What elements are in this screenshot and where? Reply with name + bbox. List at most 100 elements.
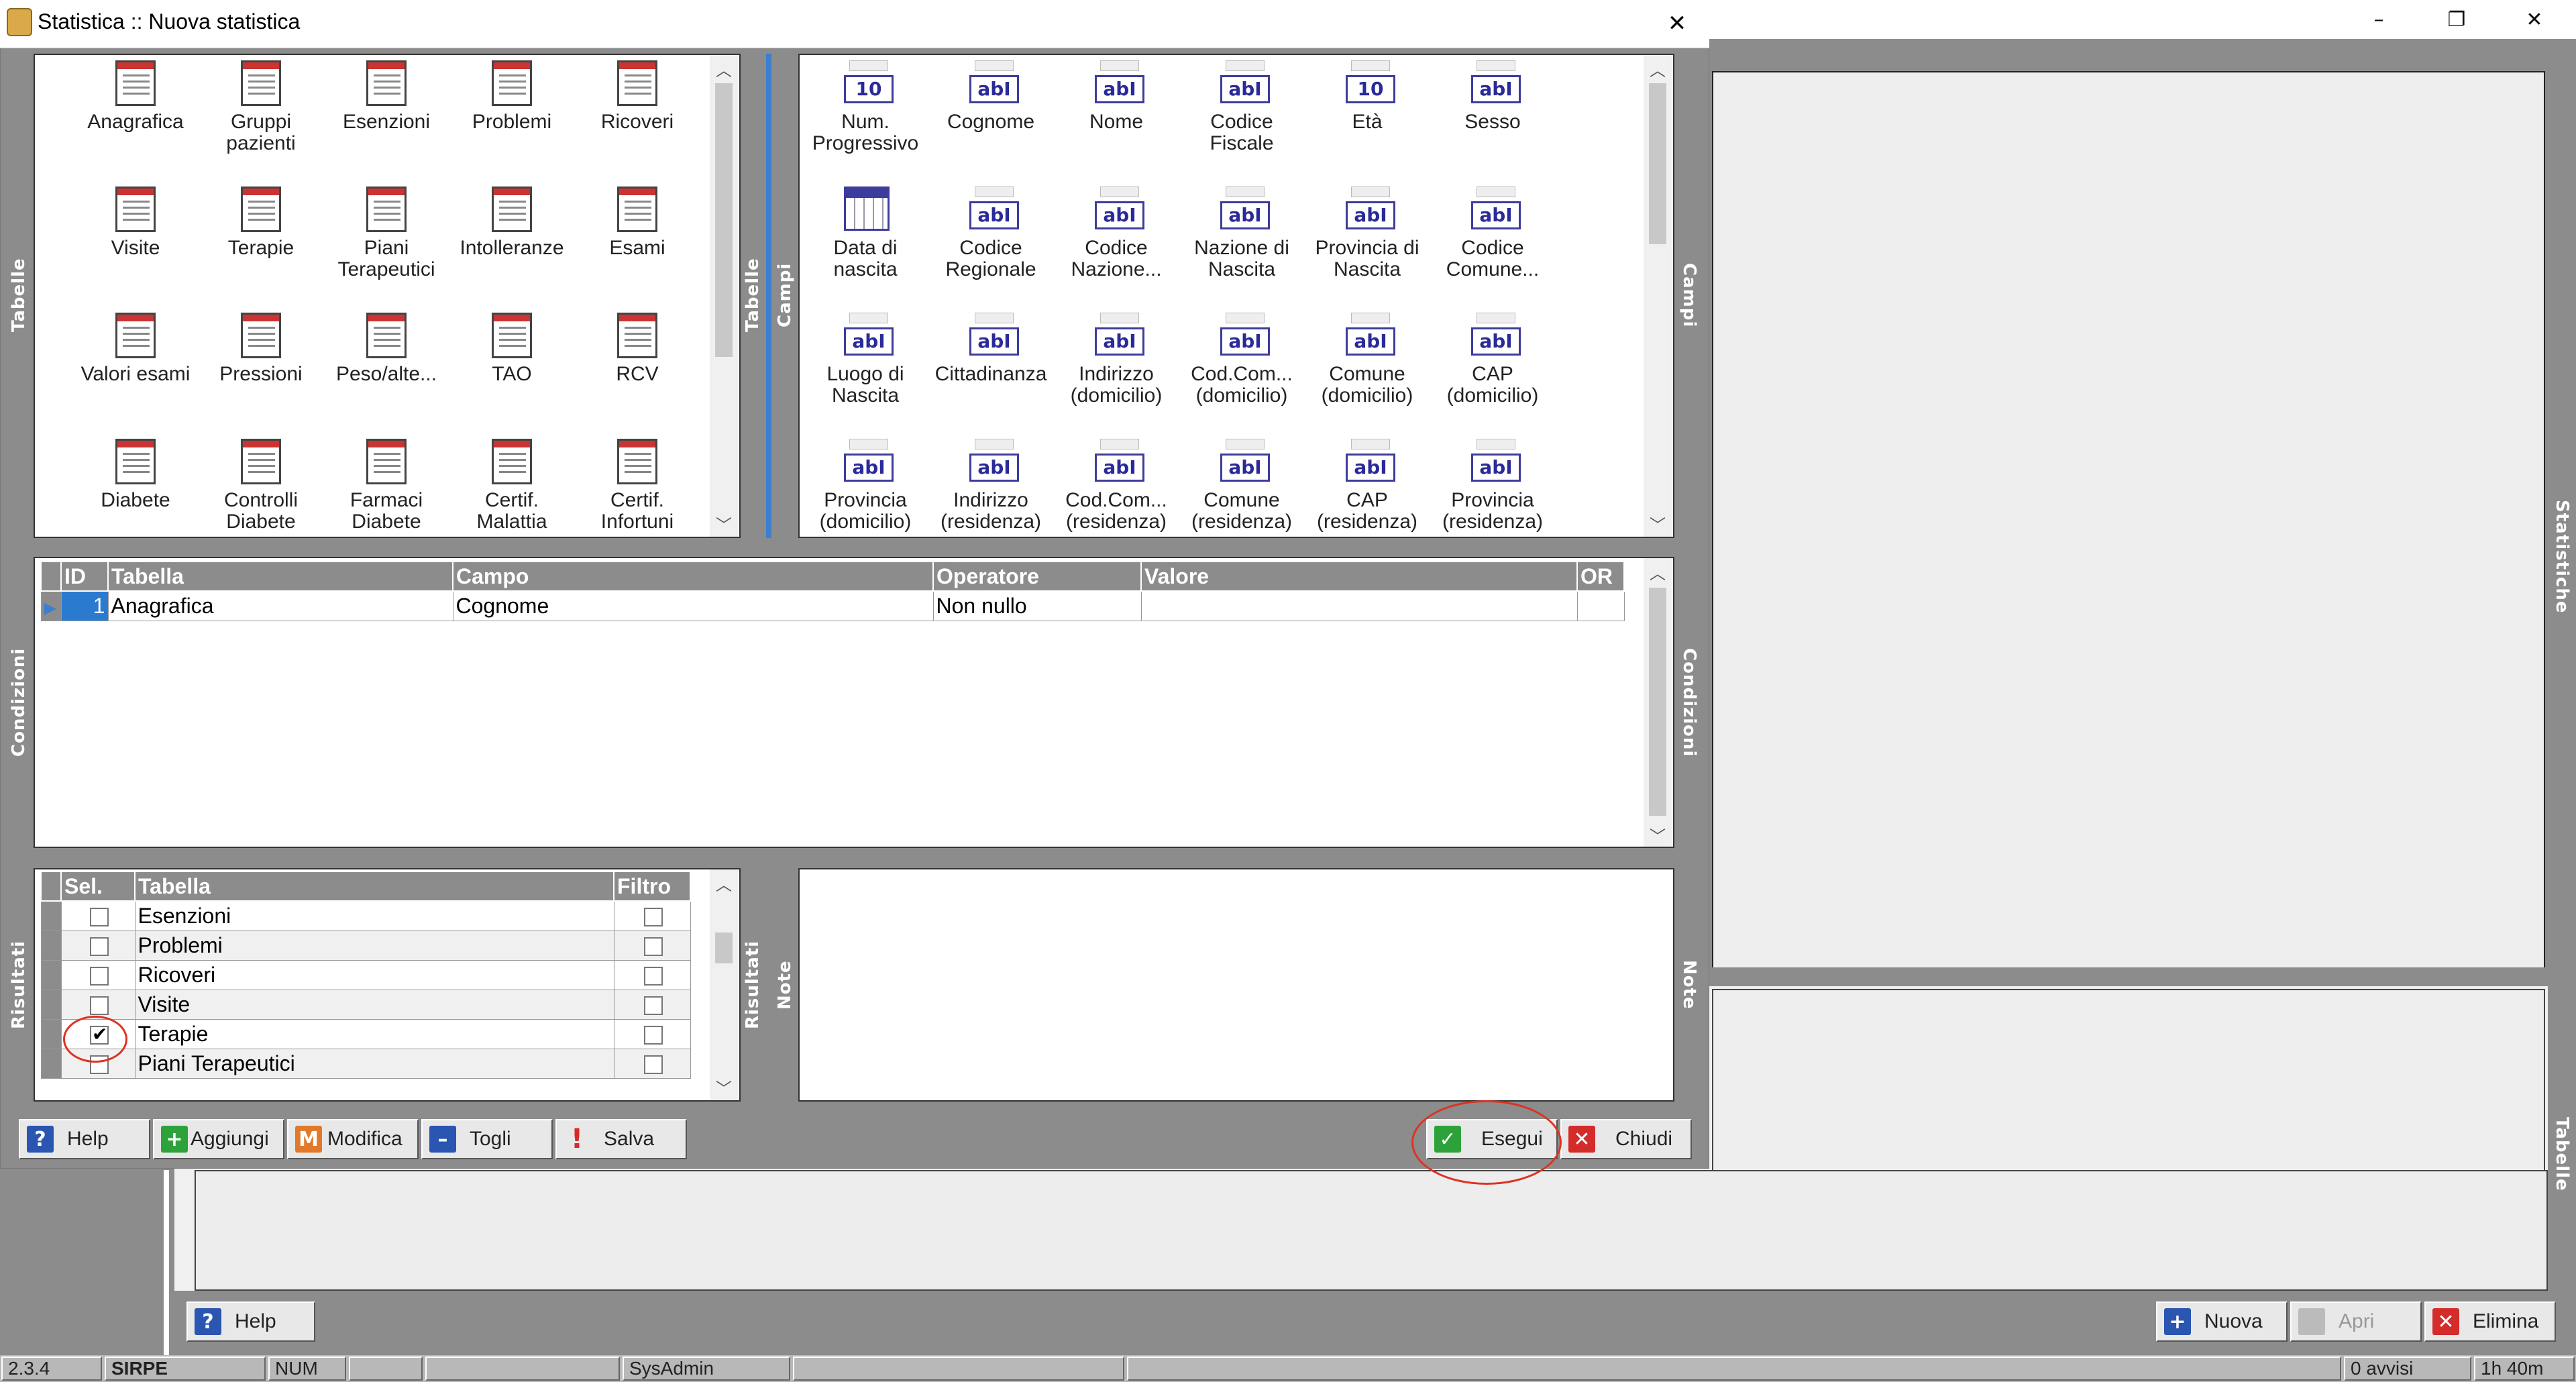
notes-textarea[interactable] — [798, 868, 1674, 1102]
select-cell[interactable] — [60, 989, 136, 1020]
table-row[interactable]: Terapie — [40, 1018, 691, 1049]
scroll-thumb[interactable] — [1649, 83, 1666, 244]
scroll-thumb[interactable] — [1649, 588, 1666, 816]
field-tile[interactable]: abI Codice Regionale — [930, 187, 1051, 280]
modifica-button[interactable]: M Modifica — [287, 1119, 419, 1159]
filter-cell[interactable] — [613, 900, 691, 931]
column-header[interactable]: Tabella — [134, 871, 614, 902]
table-tile[interactable]: RCV — [577, 313, 698, 385]
table-tile[interactable]: Intolleranze — [451, 187, 572, 259]
scroll-thumb[interactable] — [715, 83, 733, 357]
column-header[interactable]: OR — [1576, 561, 1625, 592]
fields-scrollbar[interactable]: ︿ ﹀ — [1644, 55, 1672, 537]
table-tile[interactable]: Terapie — [201, 187, 321, 259]
table-tile[interactable]: Certif. Malattia — [451, 439, 572, 533]
filter-checkbox[interactable] — [644, 908, 663, 927]
field-tile[interactable]: abI Codice Nazione... — [1056, 187, 1177, 280]
apri-button[interactable]: Apri — [2290, 1301, 2422, 1342]
field-tile[interactable]: abI Comune (residenza) — [1181, 439, 1302, 533]
tables-scrollbar[interactable]: ︿ ﹀ — [710, 55, 738, 537]
filter-cell[interactable] — [613, 959, 691, 990]
scroll-thumb[interactable] — [715, 933, 733, 963]
field-tile[interactable]: abI Sesso — [1432, 60, 1553, 133]
table-tile[interactable]: Pressioni — [201, 313, 321, 385]
column-header[interactable]: Valore — [1140, 561, 1578, 592]
table-row[interactable]: ▶ 1 Anagrafica Cognome Non nullo — [40, 590, 1625, 621]
select-cell[interactable] — [60, 930, 136, 961]
cell-operatore[interactable]: Non nullo — [932, 590, 1142, 621]
scroll-up-icon[interactable]: ︿ — [710, 56, 738, 81]
cell-tabella[interactable]: Terapie — [134, 1018, 614, 1049]
table-tile[interactable]: Anagrafica — [75, 60, 196, 133]
scroll-down-icon[interactable]: ﹀ — [710, 1075, 738, 1099]
table-tile[interactable]: Farmaci Diabete — [326, 439, 447, 533]
table-row[interactable]: Visite — [40, 989, 691, 1020]
cell-tabella[interactable]: Visite — [134, 989, 614, 1020]
cell-tabella[interactable]: Esenzioni — [134, 900, 614, 931]
select-cell[interactable] — [60, 959, 136, 990]
field-tile[interactable]: abI Cod.Com... (residenza) — [1056, 439, 1177, 533]
filter-cell[interactable] — [613, 989, 691, 1020]
table-tile[interactable]: Visite — [75, 187, 196, 259]
select-checkbox[interactable] — [90, 967, 109, 986]
table-tile[interactable]: Certif. Infortuni — [577, 439, 698, 533]
column-header[interactable]: Campo — [452, 561, 934, 592]
field-tile[interactable]: 10 Età — [1307, 60, 1428, 133]
table-tile[interactable]: Gruppi pazienti — [201, 60, 321, 154]
splitter-handle[interactable] — [766, 54, 771, 538]
filter-cell[interactable] — [613, 1018, 691, 1049]
field-tile[interactable]: abI CAP (residenza) — [1307, 439, 1428, 533]
column-header[interactable]: Sel. — [60, 871, 136, 902]
table-tile[interactable]: Controlli Diabete — [201, 439, 321, 533]
field-tile[interactable]: abI Codice Comune... — [1432, 187, 1553, 280]
table-row[interactable]: Ricoveri — [40, 959, 691, 990]
table-row[interactable]: Esenzioni — [40, 900, 691, 931]
cell-tabella[interactable]: Ricoveri — [134, 959, 614, 990]
table-tile[interactable]: Problemi — [451, 60, 572, 133]
field-tile[interactable]: 10 Num. Progressivo — [805, 60, 926, 154]
table-tile[interactable]: Esami — [577, 187, 698, 259]
cell-campo[interactable]: Cognome — [452, 590, 934, 621]
field-tile[interactable]: abI Codice Fiscale — [1181, 60, 1302, 154]
field-tile[interactable]: abI Provincia (residenza) — [1432, 439, 1553, 533]
results-scrollbar[interactable]: ︿ ﹀ — [710, 869, 738, 1100]
column-header[interactable]: Operatore — [932, 561, 1142, 592]
scroll-down-icon[interactable]: ﹀ — [1644, 822, 1672, 847]
table-tile[interactable]: Ricoveri — [577, 60, 698, 133]
field-tile[interactable]: abI Nazione di Nascita — [1181, 187, 1302, 280]
chiudi-button[interactable]: ✕ Chiudi — [1560, 1119, 1692, 1159]
cell-id[interactable]: 1 — [60, 590, 109, 621]
table-tile[interactable]: Peso/alte... — [326, 313, 447, 385]
filter-checkbox[interactable] — [644, 937, 663, 957]
nuova-button[interactable]: + Nuova — [2156, 1301, 2288, 1342]
filter-checkbox[interactable] — [644, 1026, 663, 1045]
field-tile[interactable]: abI Cognome — [930, 60, 1051, 133]
table-tile[interactable]: Valori esami — [75, 313, 196, 385]
window-close-button[interactable]: ✕ — [2501, 5, 2568, 34]
results-grid[interactable]: Sel. Tabella Filtro Esenzioni Problemi Ricov… — [34, 868, 741, 1102]
togli-button[interactable]: – Togli — [421, 1119, 553, 1159]
table-tile[interactable]: TAO — [451, 313, 572, 385]
field-tile[interactable]: Data di nascita — [805, 187, 926, 280]
help-button[interactable]: ? Help — [19, 1119, 150, 1159]
filter-checkbox[interactable] — [644, 996, 663, 1016]
splitter[interactable] — [164, 1170, 169, 1355]
field-tile[interactable]: abI Indirizzo (domicilio) — [1056, 313, 1177, 407]
filter-cell[interactable] — [613, 930, 691, 961]
field-tile[interactable]: abI CAP (domicilio) — [1432, 313, 1553, 407]
table-tile[interactable]: Piani Terapeutici — [326, 187, 447, 280]
field-tile[interactable]: abI Provincia di Nascita — [1307, 187, 1428, 280]
filter-checkbox[interactable] — [644, 967, 663, 986]
column-header[interactable]: ID — [60, 561, 109, 592]
filter-checkbox[interactable] — [644, 1055, 663, 1075]
select-checkbox[interactable] — [90, 937, 109, 957]
minimize-button[interactable]: – — [2345, 5, 2412, 34]
select-cell[interactable] — [60, 900, 136, 931]
aggiungi-button[interactable]: + Aggiungi — [153, 1119, 284, 1159]
dialog-close-button[interactable]: ✕ — [1650, 7, 1704, 40]
scroll-up-icon[interactable]: ︿ — [710, 871, 738, 895]
table-tile[interactable]: Esenzioni — [326, 60, 447, 133]
scroll-up-icon[interactable]: ︿ — [1644, 56, 1672, 81]
column-header[interactable]: Filtro — [613, 871, 691, 902]
cell-tabella[interactable]: Problemi — [134, 930, 614, 961]
